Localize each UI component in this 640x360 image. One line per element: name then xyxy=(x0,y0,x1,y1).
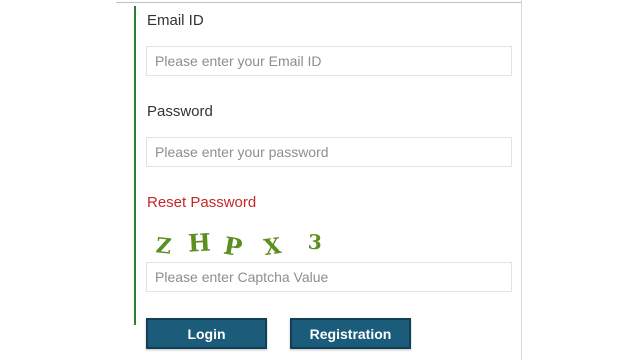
panel-right-border xyxy=(521,0,522,360)
captcha-char: Z xyxy=(154,232,173,259)
password-label: Password xyxy=(147,103,213,120)
login-page: Email ID Password Reset Password Z H P X… xyxy=(0,0,640,360)
form-accent-rule xyxy=(134,6,136,325)
registration-button[interactable]: Registration xyxy=(290,318,411,349)
captcha-char: P xyxy=(221,230,245,263)
panel-top-border xyxy=(116,2,522,3)
captcha-image: Z H P X 3 xyxy=(146,224,336,263)
captcha-char: 3 xyxy=(307,229,323,255)
password-field[interactable] xyxy=(146,137,512,167)
login-button[interactable]: Login xyxy=(146,318,267,349)
captcha-field[interactable] xyxy=(146,262,512,292)
captcha-char: H xyxy=(187,227,212,258)
captcha-char: X xyxy=(262,232,283,262)
email-label: Email ID xyxy=(147,12,204,29)
reset-password-link[interactable]: Reset Password xyxy=(147,194,256,211)
email-field[interactable] xyxy=(146,46,512,76)
